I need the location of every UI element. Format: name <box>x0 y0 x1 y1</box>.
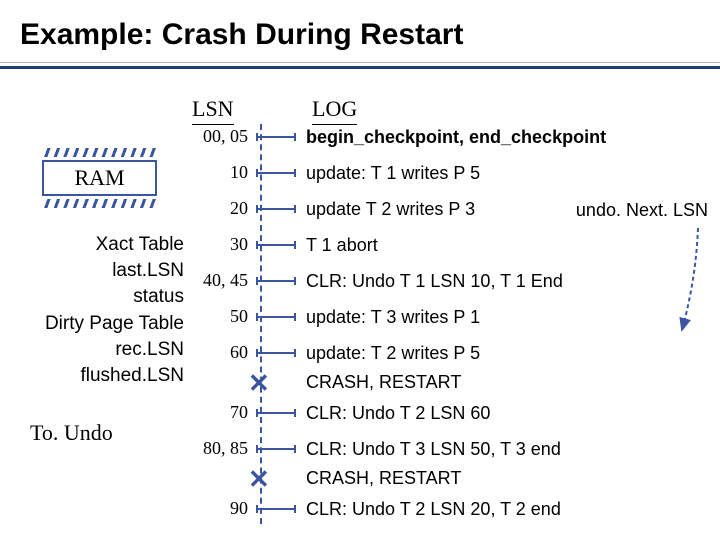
lsn-value: 20 <box>0 198 248 219</box>
lsn-header: LSN <box>192 96 234 125</box>
lsn-value: 50 <box>0 306 248 327</box>
log-message: CLR: Undo T 2 LSN 20, T 2 end <box>306 499 561 520</box>
tick-icon <box>256 136 296 138</box>
crash-icon: ✕ <box>248 466 270 492</box>
lsn-value: 10 <box>0 162 248 183</box>
log-message: update: T 2 writes P 5 <box>306 343 480 364</box>
log-message: T 1 abort <box>306 235 378 256</box>
lsn-value: 40, 45 <box>0 270 248 291</box>
tick-icon <box>256 208 296 210</box>
tick-icon <box>256 448 296 450</box>
list-item: flushed.LSN <box>28 363 184 389</box>
crash-label: CRASH, RESTART <box>306 468 461 489</box>
log-message: CLR: Undo T 3 LSN 50, T 3 end <box>306 439 561 460</box>
lsn-value: 70 <box>0 402 248 423</box>
log-message: CLR: Undo T 1 LSN 10, T 1 End <box>306 271 563 292</box>
log-entry: 80, 85 CLR: Undo T 3 LSN 50, T 3 end <box>0 438 720 462</box>
arrow-icon <box>648 224 708 344</box>
lsn-value: 90 <box>0 498 248 519</box>
log-header: LOG <box>312 96 357 125</box>
log-message: update: T 1 writes P 5 <box>306 163 480 184</box>
tick-icon <box>256 244 296 246</box>
log-entry: 90 CLR: Undo T 2 LSN 20, T 2 end <box>0 498 720 522</box>
log-message: begin_checkpoint, end_checkpoint <box>306 127 606 148</box>
tick-icon <box>256 352 296 354</box>
tick-icon <box>256 508 296 510</box>
crash-label: CRASH, RESTART <box>306 372 461 393</box>
tick-icon <box>256 316 296 318</box>
log-entry: 60 update: T 2 writes P 5 <box>0 342 720 366</box>
lsn-value: 60 <box>0 342 248 363</box>
crash-icon: ✕ <box>248 370 270 396</box>
log-entry: 70 CLR: Undo T 2 LSN 60 <box>0 402 720 426</box>
log-entry: 30 T 1 abort <box>0 234 720 258</box>
undo-next-lsn-label: undo. Next. LSN <box>576 200 708 221</box>
tick-icon <box>256 280 296 282</box>
log-entry: 00, 05 begin_checkpoint, end_checkpoint <box>0 126 720 150</box>
log-message: update: T 3 writes P 1 <box>306 307 480 328</box>
divider-thick <box>0 66 720 69</box>
lsn-value: 80, 85 <box>0 438 248 459</box>
log-entry: 40, 45 CLR: Undo T 1 LSN 10, T 1 End <box>0 270 720 294</box>
lsn-value: 00, 05 <box>0 126 248 147</box>
divider-thin <box>0 62 720 63</box>
log-entry: 10 update: T 1 writes P 5 <box>0 162 720 186</box>
slide-title: Example: Crash During Restart <box>20 18 463 52</box>
log-message: update T 2 writes P 3 <box>306 199 475 220</box>
tick-icon <box>256 412 296 414</box>
log-message: CLR: Undo T 2 LSN 60 <box>306 403 490 424</box>
lsn-value: 30 <box>0 234 248 255</box>
tick-icon <box>256 172 296 174</box>
log-entry: 50 update: T 3 writes P 1 <box>0 306 720 330</box>
